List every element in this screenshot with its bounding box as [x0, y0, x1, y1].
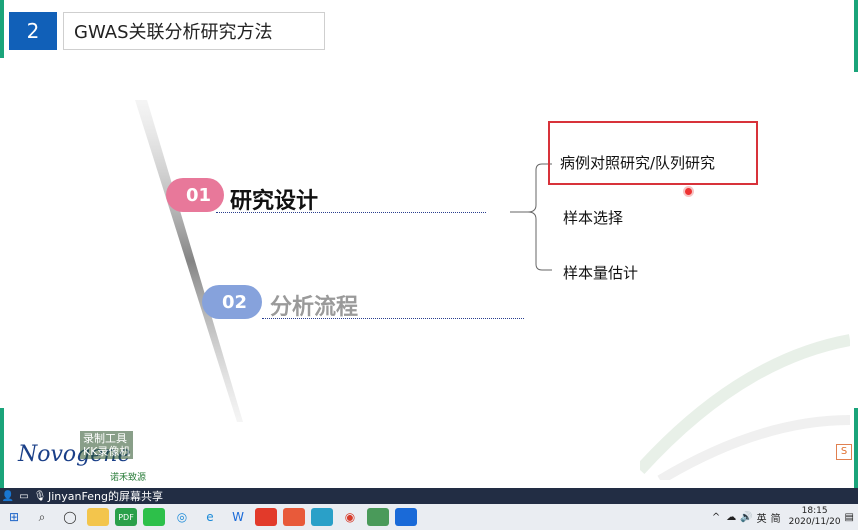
dotted-divider: [262, 318, 524, 319]
notification-icon[interactable]: ▤: [845, 512, 854, 523]
topic-item: 样本量估计: [563, 264, 639, 282]
screen-share-bar: 👤 ▭ 🎙 JinyanFeng的屏幕共享: [0, 488, 858, 504]
file-explorer-icon[interactable]: [87, 508, 109, 526]
watermark-line: 录制工具: [83, 432, 127, 445]
chrome-icon[interactable]: ◉: [339, 508, 361, 526]
corner-accent: [854, 408, 858, 488]
ime-script[interactable]: 简: [771, 510, 781, 525]
sogou-ime-icon[interactable]: S: [836, 444, 852, 460]
dotted-divider: [216, 212, 486, 213]
slide-number: 2: [9, 12, 57, 50]
edge-icon[interactable]: e: [199, 508, 221, 526]
browser-icon[interactable]: ◎: [171, 508, 193, 526]
ime-mode[interactable]: 英: [757, 510, 767, 525]
windows-start-icon[interactable]: ⊞: [3, 508, 25, 526]
task-view-icon[interactable]: ◯: [59, 508, 81, 526]
corner-accent: [854, 0, 858, 72]
slide: 2 GWAS关联分析研究方法 01 研究设计 02 分析流程 病例对照研究/队列…: [0, 0, 858, 488]
network-icon[interactable]: ☁: [726, 512, 736, 523]
search-icon[interactable]: ⌕: [31, 508, 53, 526]
clock-date: 2020/11/20: [788, 517, 841, 527]
office-icon[interactable]: [255, 508, 277, 526]
mic-icon[interactable]: 🎙: [32, 488, 48, 504]
topic-item: 样本选择: [563, 209, 624, 227]
laser-pointer-icon: [685, 188, 692, 195]
powerpoint-icon[interactable]: [283, 508, 305, 526]
highlight-box: [548, 121, 758, 185]
photos-icon[interactable]: [311, 508, 333, 526]
slide-title: GWAS关联分析研究方法: [63, 12, 325, 50]
watermark-line: KK录像机: [83, 445, 131, 458]
system-tray: ^ ☁ 🔊 英 简 18:15 2020/11/20 ▤: [712, 504, 854, 530]
section-heading: 研究设计: [230, 189, 319, 214]
wechat-icon[interactable]: [143, 508, 165, 526]
clock[interactable]: 18:15 2020/11/20: [789, 506, 841, 528]
section-number-badge: 01: [166, 178, 224, 212]
tray-overflow-icon[interactable]: ^: [712, 512, 720, 523]
user-icon[interactable]: 👤: [0, 488, 16, 504]
corner-accent: [0, 0, 4, 58]
section-number-badge: 02: [202, 285, 262, 319]
corner-accent: [0, 408, 4, 488]
dna-background-decoration: [640, 334, 850, 480]
recorder-watermark: 录制工具 KK录像机: [80, 431, 134, 459]
meeting-icon[interactable]: [395, 508, 417, 526]
decorative-diagonal: [135, 100, 243, 422]
file-manager-icon[interactable]: [367, 508, 389, 526]
wps-icon[interactable]: W: [227, 508, 249, 526]
share-status-text: JinyanFeng的屏幕共享: [48, 490, 163, 503]
monitor-icon[interactable]: ▭: [16, 488, 32, 504]
section-heading: 分析流程: [270, 295, 359, 320]
company-logo-subtitle: 诺禾致源: [110, 473, 147, 483]
volume-icon[interactable]: 🔊: [740, 512, 752, 523]
clock-time: 18:15: [801, 506, 828, 516]
pdf-icon[interactable]: PDF: [115, 508, 137, 526]
